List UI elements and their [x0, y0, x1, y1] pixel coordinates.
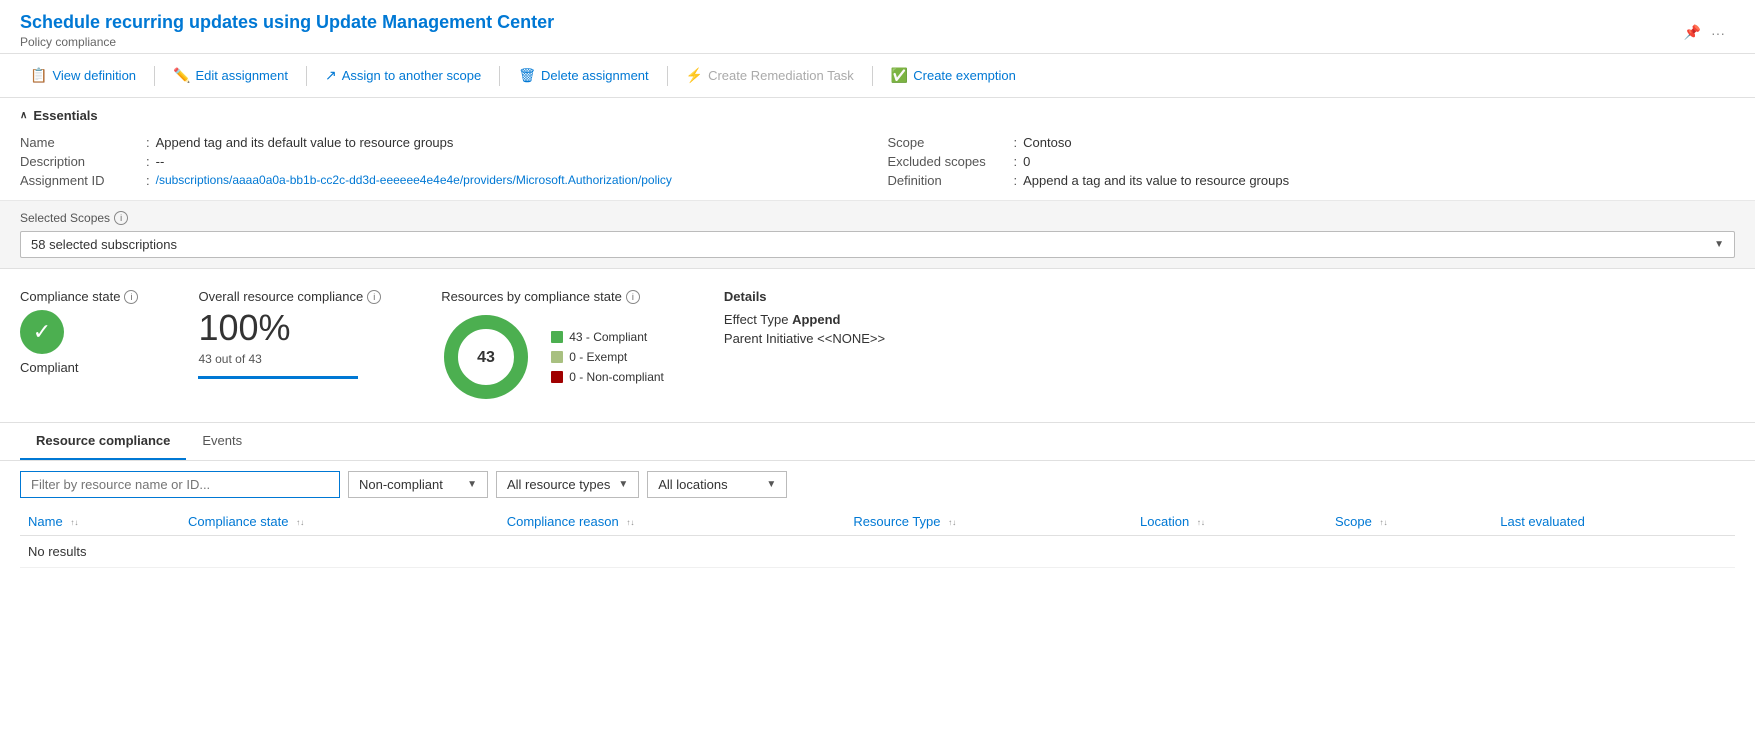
donut-title: Resources by compliance state i: [441, 289, 664, 304]
pin-icon[interactable]: 📌: [1684, 24, 1701, 41]
resource-compliance-table: Name ↑↓ Compliance state ↑↓ Compliance r…: [20, 508, 1735, 568]
compliance-filter-dropdown[interactable]: Non-compliant ▼: [348, 471, 488, 498]
sort-icons-resource-type[interactable]: ↑↓: [948, 518, 956, 527]
delete-assignment-button[interactable]: 🗑 Delete assignment: [508, 62, 658, 89]
remediation-icon: ⚡: [686, 67, 703, 84]
essentials-excluded-scopes-row: Excluded scopes : 0: [888, 152, 1736, 171]
sort-icons-location[interactable]: ↑↓: [1197, 518, 1205, 527]
tab-events[interactable]: Events: [186, 423, 258, 460]
details-title: Details: [724, 289, 885, 304]
details-effect-type-row: Effect Type Append: [724, 312, 885, 327]
overall-info-icon[interactable]: i: [367, 290, 381, 304]
svg-text:43: 43: [477, 349, 495, 366]
toolbar-divider: [154, 66, 155, 86]
scope-dropdown[interactable]: 58 selected subscriptions ▼: [20, 231, 1735, 258]
sort-icons-compliance-reason[interactable]: ↑↓: [626, 518, 634, 527]
assign-scope-icon: ↗: [325, 67, 337, 84]
resource-type-filter-dropdown[interactable]: All resource types ▼: [496, 471, 639, 498]
selected-scopes-info-icon[interactable]: i: [114, 211, 128, 225]
donut-chart: 43: [441, 312, 531, 402]
essentials-name-row: Name : Append tag and its default value …: [20, 133, 868, 152]
resource-filter-input[interactable]: [20, 471, 340, 498]
compliance-state-block: Compliance state i ✓ Compliant: [20, 289, 138, 375]
create-remediation-task-button[interactable]: ⚡ Create Remediation Task: [676, 62, 864, 89]
overall-title: Overall resource compliance i: [198, 289, 381, 304]
edit-assignment-icon: ✏️: [173, 67, 190, 84]
sort-icons-scope[interactable]: ↑↓: [1379, 518, 1387, 527]
toolbar: 📋 View definition ✏️ Edit assignment ↗ A…: [0, 53, 1755, 98]
sort-icons-compliance-state[interactable]: ↑↓: [296, 518, 304, 527]
donut-block: Resources by compliance state i 43 43 - …: [441, 289, 664, 402]
details-parent-initiative-row: Parent Initiative <<NONE>>: [724, 331, 885, 346]
overall-resource-compliance-block: Overall resource compliance i 100% 43 ou…: [198, 289, 381, 379]
essentials-assignment-id-row: Assignment ID : /subscriptions/aaaa0a0a-…: [20, 171, 868, 190]
essentials-chevron: ∧: [20, 110, 27, 121]
view-definition-button[interactable]: 📋 View definition: [20, 62, 146, 89]
toolbar-divider-5: [872, 66, 873, 86]
legend-dot-compliant: [551, 331, 563, 343]
essentials-grid: Name : Append tag and its default value …: [20, 133, 1735, 190]
progress-bar: [198, 376, 358, 379]
compliance-state-info-icon[interactable]: i: [124, 290, 138, 304]
tabs-section: Resource compliance Events: [0, 423, 1755, 461]
donut-info-icon[interactable]: i: [626, 290, 640, 304]
overall-sub: 43 out of 43: [198, 352, 381, 366]
compliance-filter-chevron: ▼: [467, 479, 477, 490]
exemption-icon: ✅: [891, 67, 908, 84]
overall-percent: 100%: [198, 310, 381, 346]
scope-dropdown-chevron: ▼: [1714, 239, 1724, 250]
legend-dot-non-compliant: [551, 371, 563, 383]
compliance-state-title: Compliance state i: [20, 289, 138, 304]
assign-to-another-scope-button[interactable]: ↗ Assign to another scope: [315, 62, 491, 89]
create-exemption-button[interactable]: ✅ Create exemption: [881, 62, 1026, 89]
toolbar-divider-3: [499, 66, 500, 86]
progress-bar-fill: [198, 376, 358, 379]
essentials-header[interactable]: ∧ Essentials: [20, 108, 1735, 123]
resource-type-filter-chevron: ▼: [618, 479, 628, 490]
col-scope[interactable]: Scope ↑↓: [1327, 508, 1492, 536]
essentials-description-row: Description : --: [20, 152, 868, 171]
col-location[interactable]: Location ↑↓: [1132, 508, 1327, 536]
selected-scopes-bar: Selected Scopes i 58 selected subscripti…: [0, 201, 1755, 269]
toolbar-divider-2: [306, 66, 307, 86]
col-compliance-state[interactable]: Compliance state ↑↓: [180, 508, 499, 536]
edit-assignment-button[interactable]: ✏️ Edit assignment: [163, 62, 298, 89]
essentials-scope-row: Scope : Contoso: [888, 133, 1736, 152]
essentials-definition-row: Definition : Append a tag and its value …: [888, 171, 1736, 190]
tabs-row: Resource compliance Events: [20, 423, 1735, 460]
col-resource-type[interactable]: Resource Type ↑↓: [845, 508, 1132, 536]
legend-compliant: 43 - Compliant: [551, 330, 664, 344]
tab-resource-compliance[interactable]: Resource compliance: [20, 423, 186, 460]
delete-assignment-icon: 🗑: [518, 67, 536, 84]
compliance-section: Compliance state i ✓ Compliant Overall r…: [0, 269, 1755, 423]
no-results: No results: [20, 536, 1735, 568]
location-filter-chevron: ▼: [766, 479, 776, 490]
legend-exempt: 0 - Exempt: [551, 350, 664, 364]
sort-icons-name[interactable]: ↑↓: [70, 518, 78, 527]
filter-bar: Non-compliant ▼ All resource types ▼ All…: [0, 461, 1755, 508]
compliant-label: Compliant: [20, 360, 79, 375]
page-title: Schedule recurring updates using Update …: [20, 12, 554, 33]
col-last-evaluated[interactable]: Last evaluated: [1492, 508, 1735, 536]
col-compliance-reason[interactable]: Compliance reason ↑↓: [499, 508, 846, 536]
view-definition-icon: 📋: [30, 67, 47, 84]
selected-scopes-label: Selected Scopes i: [20, 211, 1735, 225]
legend-dot-exempt: [551, 351, 563, 363]
donut-legend: 43 - Compliant 0 - Exempt 0 - Non-compli…: [551, 330, 664, 384]
toolbar-divider-4: [667, 66, 668, 86]
location-filter-dropdown[interactable]: All locations ▼: [647, 471, 787, 498]
col-name[interactable]: Name ↑↓: [20, 508, 180, 536]
compliant-icon: ✓: [20, 310, 64, 354]
essentials-section: ∧ Essentials Name : Append tag and its d…: [0, 98, 1755, 201]
more-icon[interactable]: ···: [1711, 25, 1725, 41]
table-section: Name ↑↓ Compliance state ↑↓ Compliance r…: [0, 508, 1755, 568]
legend-non-compliant: 0 - Non-compliant: [551, 370, 664, 384]
donut-container: 43 43 - Compliant 0 - Exempt 0 - Non-com…: [441, 312, 664, 402]
page-subtitle: Policy compliance: [20, 35, 554, 49]
details-block: Details Effect Type Append Parent Initia…: [724, 289, 885, 346]
